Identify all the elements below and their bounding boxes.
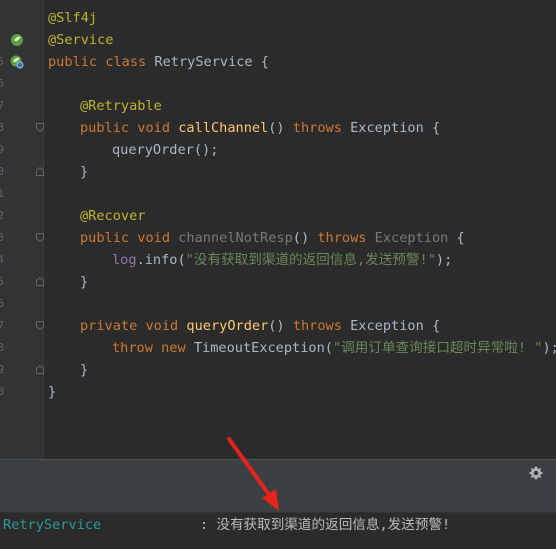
code-editor[interactable]: @Slf4j 5 @Service 6 public class RetrySe… bbox=[0, 0, 556, 459]
code-line: 2 bbox=[0, 183, 556, 222]
annotation-retryable: @Retryable bbox=[80, 98, 162, 114]
fold-end-icon[interactable] bbox=[36, 365, 44, 374]
annotation-service: @Service bbox=[48, 32, 114, 48]
code-line: 0 } bbox=[0, 359, 556, 398]
fold-marker-icon[interactable] bbox=[36, 321, 44, 330]
code-text: throw new TimeoutException("调用订单查询接口超时异常… bbox=[112, 337, 556, 359]
field-log: log bbox=[112, 252, 137, 268]
parens: () bbox=[292, 230, 318, 246]
code-text: } bbox=[80, 359, 88, 381]
brace: } bbox=[80, 164, 89, 180]
code-line: 3 @Recover bbox=[0, 205, 556, 244]
code-line: 6 public class RetryService { bbox=[0, 51, 556, 90]
parens: () bbox=[268, 318, 293, 334]
method-name: callChannel bbox=[178, 120, 269, 136]
code-text: @Slf4j bbox=[48, 7, 97, 29]
code-text: } bbox=[80, 271, 88, 293]
exception-type: Exception { bbox=[350, 120, 441, 136]
keyword: public void bbox=[80, 230, 179, 246]
string-literal: "调用订单查询接口超时异常啦! " bbox=[332, 340, 543, 356]
class-name: RetryService { bbox=[154, 54, 269, 70]
code-text: @Recover bbox=[80, 205, 145, 227]
keyword: public class bbox=[48, 54, 155, 70]
code-text: public void callChannel() throws Excepti… bbox=[80, 117, 440, 139]
exception-type: Exception { bbox=[350, 318, 441, 334]
run-panel-header bbox=[0, 459, 556, 485]
code-line: 4 public void channelNotResp() throws Ex… bbox=[0, 227, 556, 266]
statement-end: ); bbox=[542, 340, 556, 356]
code-line: @Slf4j bbox=[0, 7, 556, 29]
keyword: throws bbox=[317, 230, 375, 246]
code-line: 8 @Retryable bbox=[0, 95, 556, 134]
method-name: channelNotResp bbox=[178, 230, 293, 246]
method-call: queryOrder(); bbox=[112, 142, 219, 158]
code-text: queryOrder(); bbox=[112, 139, 218, 161]
brace: } bbox=[80, 274, 89, 290]
code-line: 9 public void callChannel() throws Excep… bbox=[0, 117, 556, 156]
code-text: @Retryable bbox=[80, 95, 162, 117]
keyword: throws bbox=[292, 318, 351, 334]
code-text: private void queryOrder() throws Excepti… bbox=[80, 315, 440, 337]
brace: } bbox=[48, 384, 57, 400]
code-line: 0 queryOrder(); bbox=[0, 139, 556, 178]
spring-bean-search-icon[interactable] bbox=[10, 55, 24, 69]
log-logger-name: RetryService bbox=[3, 515, 101, 535]
method-name: queryOrder bbox=[186, 318, 269, 334]
console-toolbar bbox=[0, 485, 556, 513]
class-name: TimeoutException( bbox=[193, 340, 333, 356]
code-line: 1 } bbox=[0, 161, 556, 200]
fold-end-icon[interactable] bbox=[36, 167, 44, 176]
fold-marker-icon[interactable] bbox=[36, 233, 44, 242]
method-call: .info( bbox=[136, 252, 186, 268]
code-line: 9 throw new TimeoutException("调用订单查询接口超时… bbox=[0, 337, 556, 376]
spring-bean-icon[interactable] bbox=[10, 33, 24, 47]
fold-end-icon[interactable] bbox=[36, 277, 44, 286]
parens: () bbox=[268, 120, 293, 136]
code-line: } bbox=[0, 381, 556, 403]
code-line: 8 private void queryOrder() throws Excep… bbox=[0, 315, 556, 354]
statement-end: ); bbox=[435, 252, 453, 268]
code-line: 5 @Service bbox=[0, 29, 556, 68]
annotation-slf4j: @Slf4j bbox=[48, 10, 98, 26]
string-literal: "没有获取到渠道的返回信息,发送预警!" bbox=[185, 252, 436, 268]
fold-marker-icon[interactable] bbox=[36, 123, 44, 132]
code-line: 7 bbox=[0, 293, 556, 332]
code-text: } bbox=[80, 161, 88, 183]
code-text: log.info("没有获取到渠道的返回信息,发送预警!"); bbox=[112, 249, 452, 271]
brace: { bbox=[448, 230, 465, 246]
keyword: private void bbox=[80, 318, 187, 334]
gear-icon[interactable] bbox=[528, 465, 544, 481]
code-text: } bbox=[48, 381, 56, 403]
exception-type: Exception bbox=[374, 230, 449, 246]
keyword: throw new bbox=[112, 340, 194, 356]
code-text: public void channelNotResp() throws Exce… bbox=[80, 227, 465, 249]
keyword: public void bbox=[80, 120, 179, 136]
code-text: public class RetryService { bbox=[48, 51, 269, 73]
run-console[interactable]: RetryService : 没有获取到渠道的返回信息,发送预警! bbox=[0, 485, 556, 549]
annotation-recover: @Recover bbox=[80, 208, 146, 224]
code-text: @Service bbox=[48, 29, 113, 51]
code-line: 7 bbox=[0, 73, 556, 112]
code-line: 5 log.info("没有获取到渠道的返回信息,发送预警!"); bbox=[0, 249, 556, 288]
keyword: throws bbox=[292, 120, 351, 136]
log-message: : 没有获取到渠道的返回信息,发送预警! bbox=[200, 517, 451, 533]
code-line: 6 } bbox=[0, 271, 556, 310]
logger-name: RetryService bbox=[3, 517, 102, 533]
brace: } bbox=[80, 362, 89, 378]
